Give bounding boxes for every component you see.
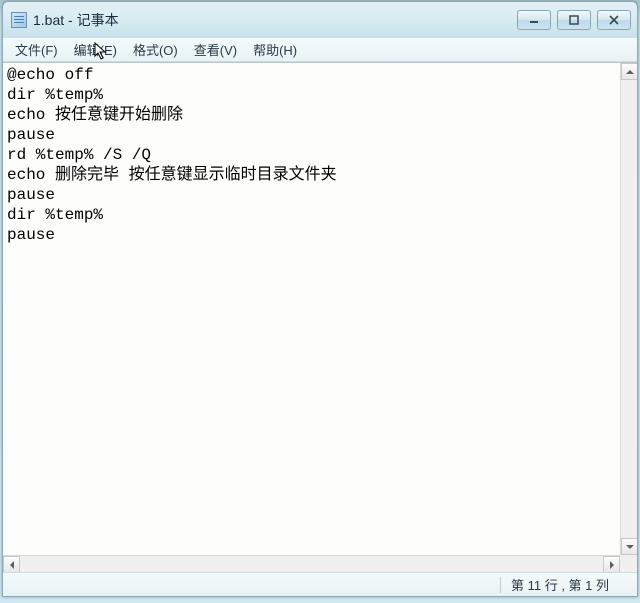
chevron-down-icon [626, 545, 634, 549]
close-button[interactable] [597, 10, 631, 30]
scroll-left-button[interactable] [3, 556, 20, 572]
menu-edit[interactable]: 编辑(E) [66, 38, 125, 61]
text-editor[interactable]: @echo off dir %temp% echo 按任意键开始删除 pause… [3, 63, 620, 555]
app-icon [11, 12, 27, 28]
maximize-icon [569, 15, 579, 25]
scroll-right-button[interactable] [603, 556, 620, 572]
titlebar[interactable]: 1.bat - 记事本 [3, 2, 637, 38]
statusbar: 第 11 行 , 第 1 列 [3, 572, 637, 596]
close-icon [609, 15, 619, 25]
menu-file[interactable]: 文件(F) [7, 38, 66, 61]
minimize-icon [529, 15, 539, 25]
vertical-scrollbar[interactable] [620, 63, 637, 555]
status-separator [500, 577, 501, 593]
chevron-right-icon [610, 561, 614, 569]
window-controls [517, 10, 631, 30]
scroll-corner [620, 555, 637, 572]
menu-view[interactable]: 查看(V) [186, 38, 245, 61]
window-title: 1.bat - 记事本 [33, 10, 517, 30]
menubar: 文件(F) 编辑(E) 格式(O) 查看(V) 帮助(H) [3, 38, 637, 62]
chevron-left-icon [10, 561, 14, 569]
menu-format[interactable]: 格式(O) [125, 38, 186, 61]
scroll-up-button[interactable] [621, 63, 637, 80]
maximize-button[interactable] [557, 10, 591, 30]
horizontal-scrollbar[interactable] [3, 555, 620, 572]
chevron-up-icon [626, 70, 634, 74]
menu-help[interactable]: 帮助(H) [245, 38, 305, 61]
notepad-window: 1.bat - 记事本 文件(F) 编辑(E) 格式(O) 查看(V) [2, 1, 638, 597]
cursor-position: 第 11 行 , 第 1 列 [511, 575, 609, 594]
scroll-down-button[interactable] [621, 538, 637, 555]
minimize-button[interactable] [517, 10, 551, 30]
editor-area: @echo off dir %temp% echo 按任意键开始删除 pause… [3, 62, 637, 572]
